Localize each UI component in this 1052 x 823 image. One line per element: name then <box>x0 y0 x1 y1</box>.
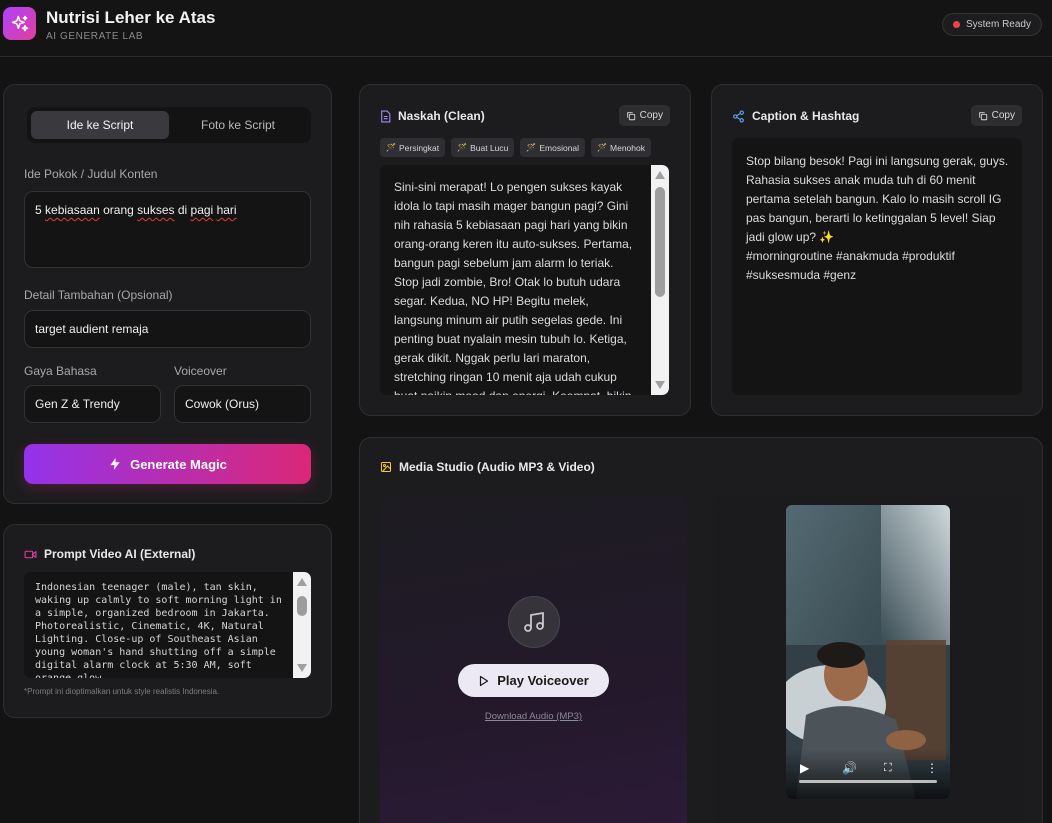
document-icon <box>381 110 391 122</box>
copy-icon <box>626 111 635 120</box>
idea-word-misspelled: pagi <box>190 203 214 217</box>
script-textarea[interactable]: Sini-sini merapat! Lo pengen sukses kaya… <box>380 165 669 395</box>
magic-wand-icon: 🪄 <box>526 143 537 152</box>
video-progress-bar[interactable] <box>799 780 937 783</box>
volume-icon[interactable]: 🔊 <box>842 761 857 775</box>
chip-label: Menohok <box>610 142 645 153</box>
caption-title-text: Caption & Hashtag <box>752 109 860 123</box>
music-note-icon <box>508 596 560 648</box>
video-controls: ▶ 🔊 ⛶ ⋮ <box>786 749 950 799</box>
caption-title: Caption & Hashtag <box>732 109 859 123</box>
idea-textarea[interactable]: 5 kebiasaan orang sukses di pagi hari <box>24 191 311 268</box>
app-subtitle: AI GENERATE LAB <box>46 31 144 42</box>
mode-tabs: Ide ke Script Foto ke Script <box>27 107 311 143</box>
tab-foto-ke-script[interactable]: Foto ke Script <box>169 111 307 139</box>
media-studio-panel: Media Studio (Audio MP3 & Video) Play Vo… <box>359 437 1043 823</box>
script-text: Sini-sini merapat! Lo pengen sukses kaya… <box>394 180 633 395</box>
download-audio-link[interactable]: Download Audio (MP3) <box>380 711 687 722</box>
play-voiceover-label: Play Voiceover <box>497 673 589 688</box>
status-text: System Ready <box>965 19 1031 30</box>
magic-wand-icon: 🪄 <box>457 143 468 152</box>
scroll-thumb[interactable] <box>297 596 307 616</box>
image-icon <box>381 462 391 472</box>
style-label: Gaya Bahasa <box>24 364 97 378</box>
magic-wand-icon: 🪄 <box>597 143 608 152</box>
sparkles-logo-icon <box>3 7 36 40</box>
caption-body: Stop bilang besok! Pagi ini langsung ger… <box>746 154 1009 244</box>
play-voiceover-button[interactable]: Play Voiceover <box>458 664 609 697</box>
scroll-up-icon[interactable] <box>297 578 307 586</box>
script-title-text: Naskah (Clean) <box>398 109 485 123</box>
caption-panel: Caption & Hashtag Copy Stop bilang besok… <box>711 84 1043 416</box>
idea-word-misspelled: sukses <box>137 203 175 217</box>
scroll-down-icon[interactable] <box>297 664 307 672</box>
chip-persingkat[interactable]: 🪄 Persingkat <box>380 138 446 157</box>
chip-menohok[interactable]: 🪄 Menohok <box>591 138 651 157</box>
chip-emosional[interactable]: 🪄 Emosional <box>520 138 586 157</box>
video-player[interactable]: ▶ 🔊 ⛶ ⋮ <box>786 505 950 799</box>
caption-box[interactable]: Stop bilang besok! Pagi ini langsung ger… <box>732 138 1022 395</box>
idea-word: 5 <box>35 203 42 217</box>
play-icon <box>480 675 489 686</box>
prompt-text: Indonesian teenager (male), tan skin, wa… <box>35 582 282 678</box>
caption-copy-button[interactable]: Copy <box>970 105 1022 126</box>
idea-word-misspelled: kebiasaan <box>45 203 100 217</box>
more-options-icon[interactable]: ⋮ <box>926 761 938 775</box>
media-title-text: Media Studio (Audio MP3 & Video) <box>399 460 595 474</box>
chip-label: Persingkat <box>398 142 440 153</box>
script-scrollbar[interactable] <box>651 165 669 395</box>
scroll-thumb[interactable] <box>655 187 665 297</box>
fullscreen-icon[interactable]: ⛶ <box>884 762 892 775</box>
prompt-video-panel: Prompt Video AI (External) Indonesian te… <box>3 524 332 718</box>
video-card: ▶ 🔊 ⛶ ⋮ <box>714 496 1023 823</box>
script-panel: Naskah (Clean) Copy 🪄 Persingkat 🪄 Buat Lu… <box>359 84 691 416</box>
detail-label: Detail Tambahan (Opsional) <box>24 288 173 302</box>
script-copy-label: Copy <box>639 110 663 121</box>
chip-buat-lucu[interactable]: 🪄 Buat Lucu <box>451 138 515 157</box>
prompt-title-text: Prompt Video AI (External) <box>44 547 196 561</box>
scroll-up-icon[interactable] <box>655 171 665 179</box>
idea-label: Ide Pokok / Judul Konten <box>24 167 158 181</box>
caption-copy-label: Copy <box>991 110 1015 121</box>
tab-ide-ke-script[interactable]: Ide ke Script <box>31 111 169 139</box>
share-icon <box>733 110 744 122</box>
app-header: Nutrisi Leher ke Atas AI GENERATE LAB Sy… <box>0 0 1052 57</box>
style-select[interactable]: Gen Z & Trendy <box>24 385 161 423</box>
voice-label: Voiceover <box>174 364 227 378</box>
script-copy-button[interactable]: Copy <box>618 105 670 126</box>
prompt-textarea[interactable]: Indonesian teenager (male), tan skin, wa… <box>24 572 311 678</box>
caption-hashtags: #morningroutine #anakmuda #produktif #su… <box>746 249 955 282</box>
chip-label: Emosional <box>539 142 580 153</box>
idea-word: di <box>177 203 188 217</box>
prompt-scrollbar[interactable] <box>293 572 311 678</box>
script-title: Naskah (Clean) <box>380 109 485 123</box>
prompt-title: Prompt Video AI (External) <box>24 547 195 561</box>
scroll-down-icon[interactable] <box>655 381 665 389</box>
video-play-icon[interactable]: ▶ <box>800 761 809 775</box>
caption-text: Stop bilang besok! Pagi ini langsung ger… <box>732 138 1022 285</box>
voice-select[interactable]: Cowok (Orus) <box>174 385 311 423</box>
idea-word-misspelled: hari <box>216 203 237 217</box>
audio-card: Play Voiceover Download Audio (MP3) <box>380 496 687 823</box>
video-camera-icon <box>24 550 37 558</box>
magic-wand-icon: 🪄 <box>386 143 396 152</box>
prompt-footnote: *Prompt ini dioptimalkan untuk style rea… <box>24 687 220 696</box>
generate-magic-label: Generate Magic <box>130 456 227 472</box>
idea-word: orang <box>103 203 134 217</box>
generate-magic-button[interactable]: Generate Magic <box>24 444 311 484</box>
media-title: Media Studio (Audio MP3 & Video) <box>380 460 595 474</box>
copy-icon <box>978 111 987 120</box>
status-badge: System Ready <box>941 13 1042 36</box>
lightning-icon <box>110 458 120 470</box>
input-panel: Ide ke Script Foto ke Script Ide Pokok /… <box>3 84 332 504</box>
script-chips: 🪄 Persingkat 🪄 Buat Lucu 🪄 Emosional 🪄 Menoh… <box>380 138 651 157</box>
app-title: Nutrisi Leher ke Atas <box>46 8 216 27</box>
detail-input[interactable]: target audient remaja <box>24 310 311 348</box>
status-dot-icon <box>952 21 960 28</box>
chip-label: Buat Lucu <box>470 142 509 153</box>
